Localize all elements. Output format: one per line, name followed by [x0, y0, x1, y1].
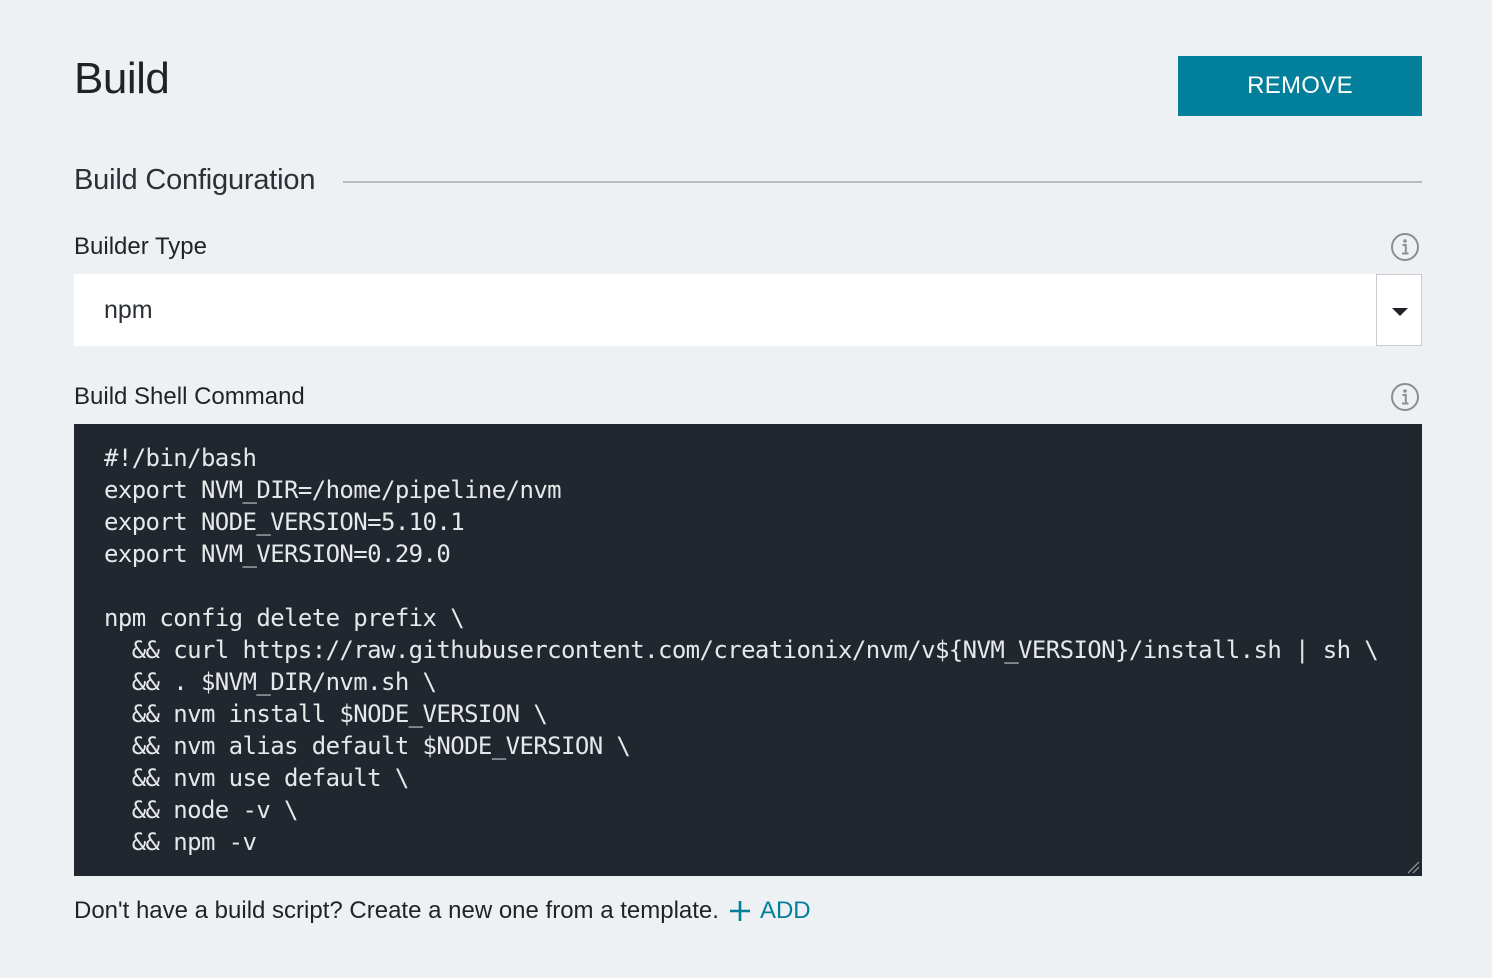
code-line: npm config delete prefix \ [104, 604, 465, 632]
page-title: Build [74, 54, 170, 103]
code-line: && npm -v [104, 828, 257, 856]
code-line: #!/bin/bash [104, 444, 257, 472]
shell-command-label-row: Build Shell Command [74, 380, 1422, 414]
builder-type-label: Builder Type [74, 233, 207, 260]
build-panel: Build REMOVE Build Configuration Builder… [74, 0, 1422, 924]
builder-type-value: npm [104, 296, 153, 324]
code-line: && nvm use default \ [104, 764, 410, 792]
code-line: && nvm alias default $NODE_VERSION \ [104, 732, 631, 760]
add-template-link[interactable]: ADD [729, 897, 811, 925]
plus-icon [729, 901, 750, 921]
template-hint: Don't have a build script? Create a new … [74, 894, 811, 928]
dropdown-toggle[interactable] [1376, 274, 1422, 346]
code-line: export NODE_VERSION=5.10.1 [104, 508, 465, 536]
add-label: ADD [759, 897, 811, 924]
code-line: export NVM_VERSION=0.29.0 [104, 540, 451, 568]
builder-type-select[interactable]: npm [74, 274, 1422, 346]
info-icon[interactable] [1390, 232, 1420, 262]
resize-grip-icon[interactable] [1406, 860, 1420, 874]
code-line: && nvm install $NODE_VERSION \ [104, 700, 548, 728]
section-title: Build Configuration [74, 163, 316, 196]
caret-down-icon [1392, 308, 1408, 316]
code-line: && node -v \ [104, 796, 299, 824]
shell-command-editor[interactable]: #!/bin/bash export NVM_DIR=/home/pipelin… [74, 424, 1422, 876]
builder-type-label-row: Builder Type [74, 230, 1422, 264]
info-icon[interactable] [1390, 382, 1420, 412]
remove-button[interactable]: REMOVE [1178, 56, 1422, 116]
section-header: Build Configuration [74, 160, 1422, 200]
build-header: Build REMOVE [74, 0, 1422, 150]
code-line: export NVM_DIR=/home/pipeline/nvm [104, 476, 562, 504]
shell-command-label: Build Shell Command [74, 383, 305, 410]
section-divider [343, 181, 1422, 183]
code-line: && . $NVM_DIR/nvm.sh \ [104, 668, 437, 696]
template-hint-text: Don't have a build script? Create a new … [74, 897, 719, 924]
code-line: && curl https://raw.githubusercontent.co… [104, 636, 1379, 664]
